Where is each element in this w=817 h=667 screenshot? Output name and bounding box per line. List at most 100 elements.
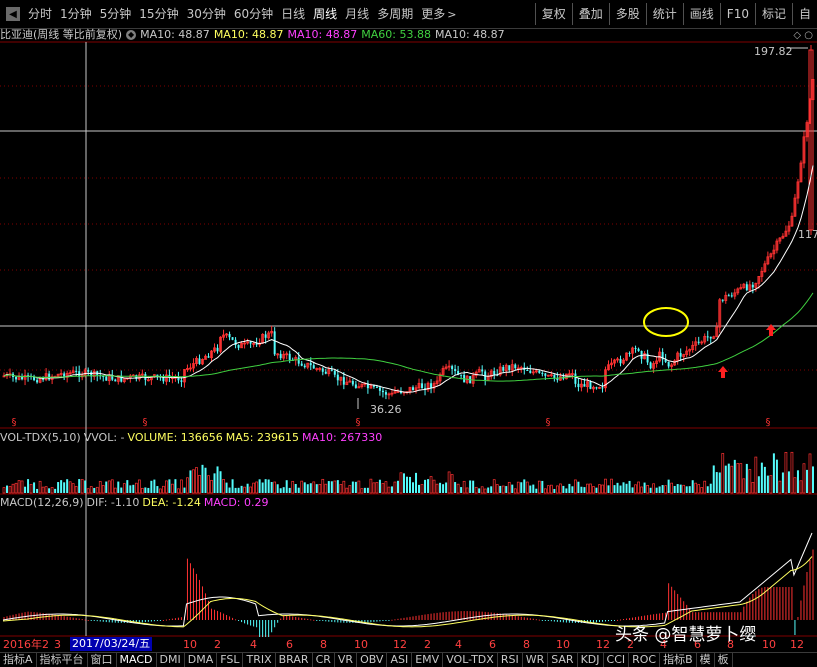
volume-bar: [610, 478, 613, 494]
volume-bar: [258, 479, 261, 493]
candle-body: [526, 369, 529, 371]
indicator-tab-4[interactable]: DMI: [157, 653, 185, 667]
candle-body: [421, 383, 424, 389]
ma10-line: [3, 165, 814, 393]
indicator-tab-7[interactable]: TRIX: [243, 653, 276, 667]
indicator-tab-14[interactable]: VOL-TDX: [443, 653, 498, 667]
indicator-tab-6[interactable]: FSL: [217, 653, 244, 667]
volume-bar: [137, 479, 141, 494]
volume-bar: [462, 480, 466, 494]
candle-body: [273, 331, 276, 355]
candle-body: [721, 299, 724, 301]
candle-body: [553, 374, 556, 378]
dea-line: [2, 556, 813, 628]
volume-bar: [48, 488, 51, 493]
indicator-tab-16[interactable]: WR: [523, 653, 549, 667]
volume-bar: [412, 482, 415, 493]
high-price-label: 197.82: [754, 45, 793, 58]
volume-bar: [240, 485, 243, 493]
axis-tick: 8: [320, 638, 327, 651]
volume-bar: [604, 478, 607, 494]
volume-bar: [556, 485, 559, 494]
volume-bar: [478, 488, 481, 493]
volume-bar: [724, 465, 727, 493]
volume-bar: [330, 481, 333, 493]
volume-bar: [399, 472, 403, 494]
volume-bar: [336, 480, 339, 493]
candle-body: [381, 390, 384, 393]
volume-bar: [303, 482, 306, 493]
candle-body: [727, 295, 730, 297]
indicator-tab-11[interactable]: OBV: [357, 653, 388, 667]
candle-body: [216, 347, 219, 352]
volume-bar: [634, 484, 637, 494]
volume-bar: [231, 479, 234, 493]
axis-tick: 12: [790, 638, 804, 651]
volume-bar: [763, 466, 766, 493]
volume-bar: [505, 486, 508, 493]
volume-bar: [465, 487, 469, 494]
volume-bar: [559, 483, 562, 494]
volume-bar: [480, 486, 484, 494]
volume-bar: [520, 482, 523, 493]
volume-bar: [571, 486, 574, 493]
candle-body: [493, 371, 496, 375]
indicator-tab-23[interactable]: 板: [715, 653, 733, 667]
axis-tick: 4: [250, 638, 257, 651]
volume-bar: [255, 481, 258, 494]
volume-bar: [409, 476, 411, 493]
volume-bar: [113, 487, 117, 494]
volume-bar: [769, 475, 773, 494]
indicator-tab-22[interactable]: 模: [697, 653, 715, 667]
axis-tick: 2016年2: [3, 638, 49, 651]
indicator-tab-8[interactable]: BRAR: [276, 653, 313, 667]
indicator-tab-20[interactable]: ROC: [629, 653, 661, 667]
volume-bar: [6, 485, 9, 493]
volume-bar: [165, 480, 168, 494]
indicator-tab-0[interactable]: 指标A: [0, 653, 37, 667]
indicator-tab-19[interactable]: CCI: [604, 653, 630, 667]
volume-bar: [415, 472, 418, 493]
volume-bar: [101, 485, 105, 494]
volume-bar: [661, 485, 664, 493]
volume-bar: [637, 481, 640, 494]
volume-bar: [456, 483, 460, 494]
volume-bar: [577, 481, 580, 493]
volume-bar: [24, 486, 27, 493]
indicator-tab-10[interactable]: VR: [335, 653, 358, 667]
indicator-tab-1[interactable]: 指标平台: [37, 653, 88, 667]
candle-body: [309, 363, 312, 366]
indicator-tab-18[interactable]: KDJ: [578, 653, 604, 667]
indicator-tab-12[interactable]: ASI: [387, 653, 413, 667]
volume-bar: [17, 480, 21, 494]
volume-bar: [222, 479, 225, 494]
volume-bar: [321, 478, 325, 494]
indicator-tab-15[interactable]: RSI: [498, 653, 523, 667]
indicator-tab-13[interactable]: EMV: [412, 653, 444, 667]
indicator-tab-5[interactable]: DMA: [185, 653, 218, 667]
kline-chart[interactable]: § § § § §: [0, 0, 817, 637]
candle-body: [412, 387, 415, 391]
volume-bar: [8, 486, 12, 494]
indicator-tab-2[interactable]: 窗口: [88, 653, 117, 667]
volume-bar: [625, 483, 628, 493]
vol-item-0: VOL-TDX(5,10): [0, 431, 81, 444]
volume-bar: [652, 483, 655, 494]
indicator-tab-9[interactable]: CR: [313, 653, 335, 667]
candle-body: [634, 348, 637, 350]
indicator-tab-3[interactable]: MACD: [117, 653, 157, 667]
indicator-tab-21[interactable]: 指标B: [660, 653, 697, 667]
volume-bar: [261, 482, 264, 493]
volume-bar: [126, 480, 129, 493]
volume-bar: [156, 486, 159, 493]
volume-bar: [372, 482, 376, 494]
candle-body: [589, 381, 592, 389]
volume-bar: [546, 485, 550, 494]
axis-tick: 4: [455, 638, 462, 651]
indicator-tab-17[interactable]: SAR: [548, 653, 578, 667]
volume-bar: [162, 485, 165, 494]
volume-bar: [598, 484, 601, 494]
volume-bar: [93, 487, 96, 493]
volume-bars: [2, 451, 814, 494]
candle-body: [709, 336, 712, 339]
